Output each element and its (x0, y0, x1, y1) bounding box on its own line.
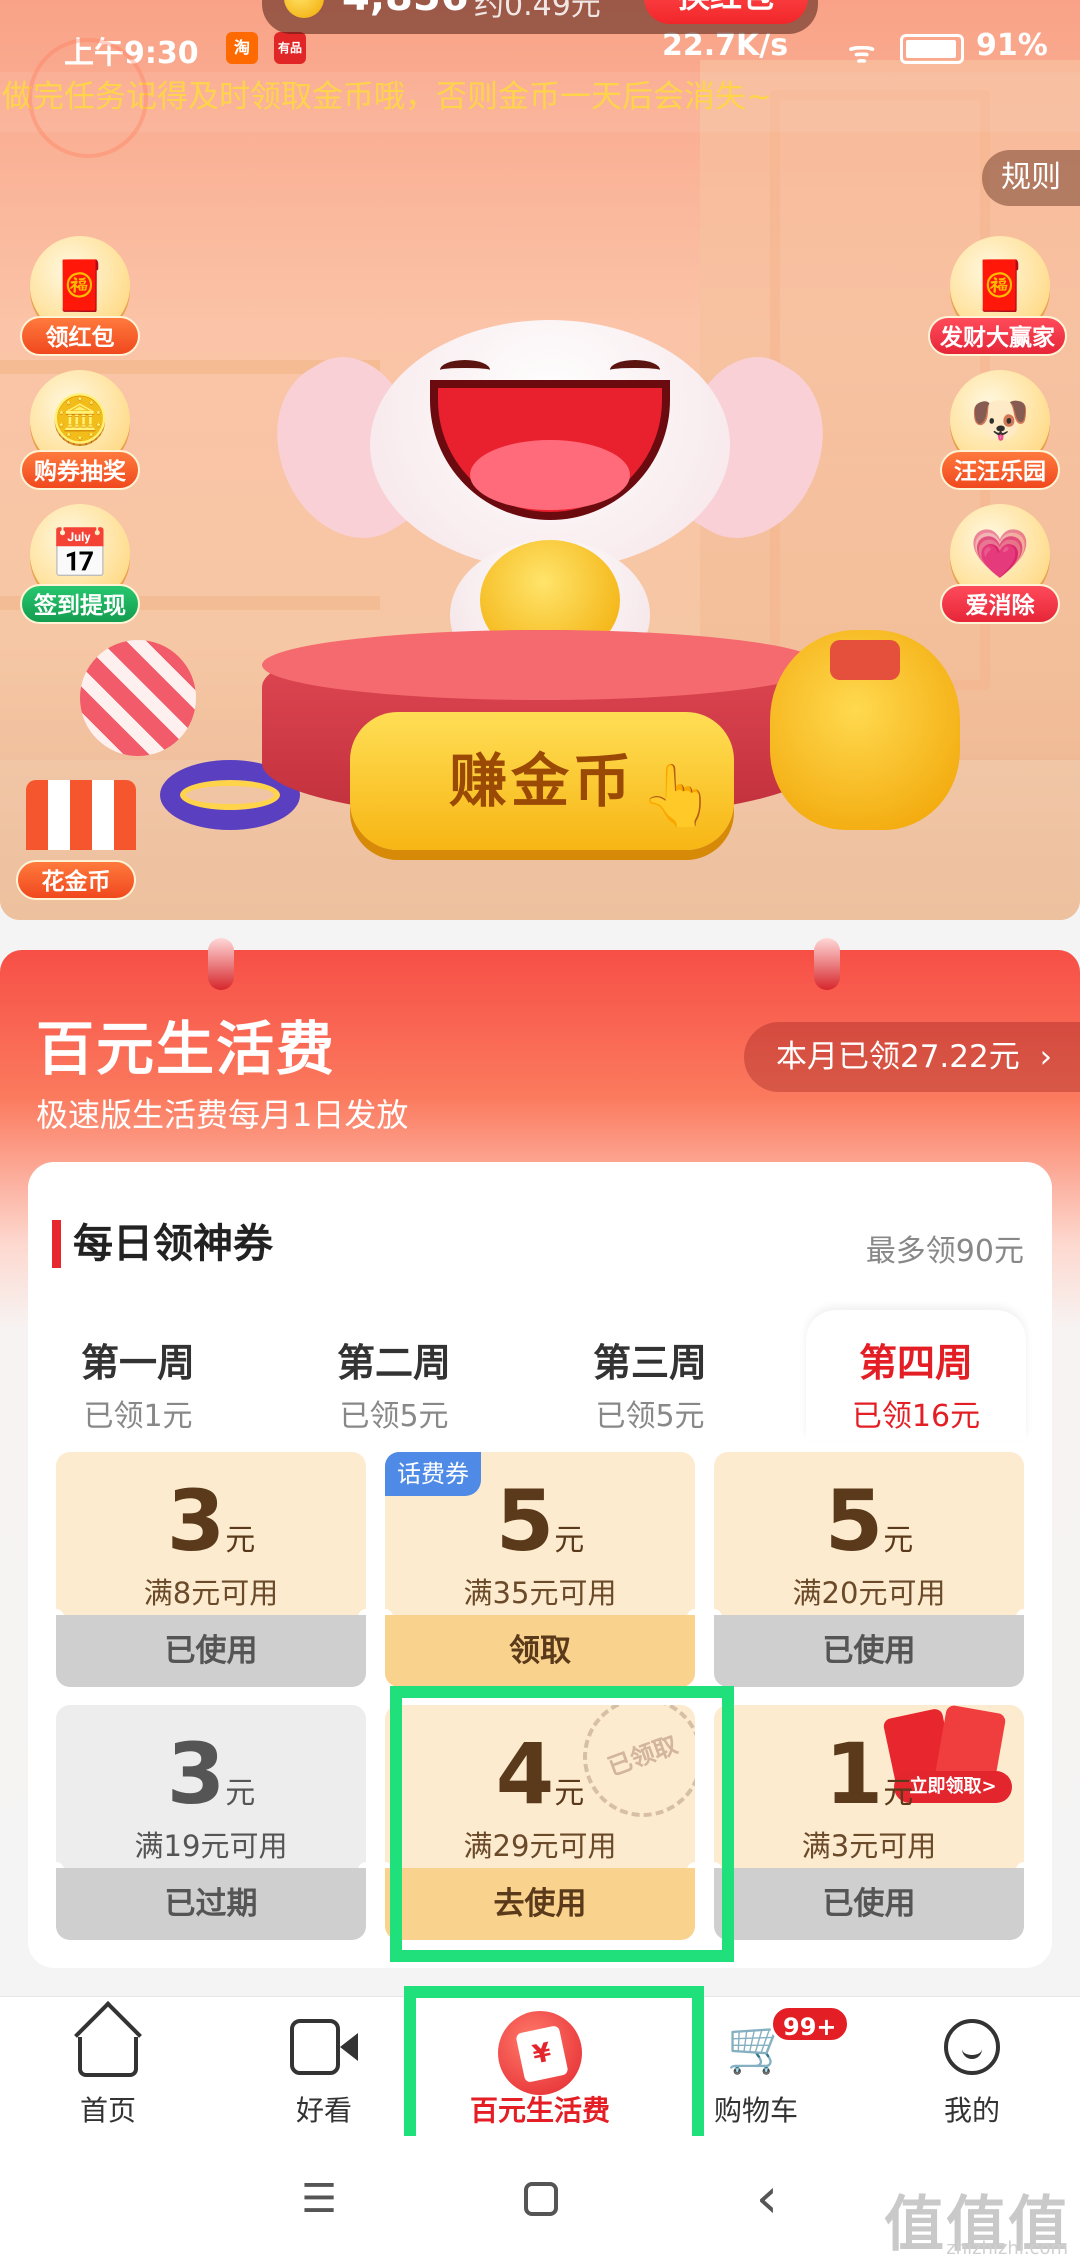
battery-icon (900, 34, 964, 64)
battery-percent: 91% (976, 28, 1048, 63)
taobao-notification-icon: 淘 (226, 32, 258, 64)
coupon-card-title: 每日领神券 (52, 1220, 273, 1268)
section-title: 百元生活费 (36, 1015, 337, 1083)
mascot-eye-left (440, 360, 490, 380)
home-icon (78, 2037, 138, 2077)
coupon-used-button[interactable]: 已使用 (714, 1615, 1024, 1687)
dog-park-entry[interactable]: 🐶 汪汪乐园 (940, 370, 1060, 490)
tab-week-4[interactable]: 第四周 已领16元 (806, 1310, 1026, 1440)
coupon-condition: 满20元可用 (792, 1576, 946, 1610)
tab-home[interactable]: 首页 (0, 1997, 216, 2137)
week-name: 第二周 (336, 1341, 451, 1385)
tab-label: 我的 (943, 2094, 1000, 2127)
coupon-condition: 满19元可用 (134, 1829, 288, 1863)
money-bag-tie (830, 640, 900, 680)
back-icon[interactable]: ‹ (742, 2171, 792, 2227)
side-right-label-1: 汪汪乐园 (940, 450, 1060, 490)
coupon-used-button[interactable]: 已使用 (56, 1615, 366, 1687)
tab-video[interactable]: 好看 (216, 1997, 432, 2137)
week-claimed: 已领1元 (83, 1399, 193, 1434)
tab-week-2[interactable]: 第二周 已领5元 (284, 1310, 504, 1440)
heart-match-entry[interactable]: 💗 爱消除 (940, 504, 1060, 624)
exchange-red-packet-button[interactable]: 换红包 (644, 0, 808, 24)
coupon-item: 5元 满20元可用 已使用 (714, 1452, 1024, 1687)
side-right-label-0: 发财大赢家 (928, 316, 1067, 356)
coupon-value: 3 (166, 1725, 226, 1823)
youpin-notification-icon: 有品 (274, 32, 306, 64)
coupon-item: 立即领取> 1元 满3元可用 已使用 (714, 1705, 1024, 1940)
binder-pin-left (208, 938, 234, 990)
coin-icon (284, 0, 324, 18)
shop-stall-icon (26, 780, 136, 850)
coupon-unit: 元 (225, 1523, 256, 1558)
coupon-item: 3元 满8元可用 已使用 (56, 1452, 366, 1687)
spend-coins-entry[interactable]: 花金币 (16, 780, 146, 900)
monthly-claimed-button[interactable]: 本月已领27.22元 › (743, 1022, 1080, 1092)
coupon-unit: 元 (225, 1776, 256, 1811)
task-notice-banner: 做完任务记得及时领取金币哦，否则金币一天后会消失~ (0, 38, 1080, 158)
notice-decoration-circle (28, 38, 148, 158)
highlight-box-coupon (390, 1686, 734, 1962)
coin-balance-pill: 4,856 约0.49元 换红包 (262, 0, 818, 34)
home-square-icon[interactable] (524, 2182, 558, 2216)
coin-amount: 4,856 (342, 0, 469, 20)
fortune-winner-entry[interactable]: 🧧 发财大赢家 (928, 236, 1067, 356)
coin-game-hero: 赚金币 👆 上午9:30 淘 有品 22.7K/s ᯤ 91% 4,856 约0… (0, 0, 1080, 920)
tab-week-3[interactable]: 第三周 已领5元 (540, 1310, 760, 1440)
week-claimed: 已领5元 (595, 1399, 705, 1434)
coupon-condition: 满3元可用 (801, 1829, 937, 1863)
coupon-condition: 满35元可用 (463, 1576, 617, 1610)
money-bag-icon[interactable] (770, 630, 960, 830)
coupon-unit: 元 (883, 1776, 914, 1811)
section-subtitle: 极速版生活费每月1日发放 (36, 1096, 409, 1134)
monthly-claimed-text: 本月已领27.22元 (775, 1039, 1020, 1075)
checkin-withdraw-entry[interactable]: 📅 签到提现 (20, 504, 140, 624)
claim-red-packet-entry[interactable]: 🧧 领红包 (20, 236, 140, 356)
profile-icon (944, 2019, 1000, 2075)
coupon-claim-button[interactable]: 领取 (385, 1615, 695, 1687)
coupon-value: 5 (495, 1472, 555, 1570)
week-name: 第三周 (592, 1341, 707, 1385)
coupon-unit: 元 (554, 1523, 585, 1558)
week-name: 第一周 (80, 1341, 195, 1385)
mascot-eye-right (610, 360, 660, 380)
coupon-value: 3 (166, 1472, 226, 1570)
coupon-unit: 元 (883, 1523, 914, 1558)
week-name: 第四周 (858, 1341, 973, 1385)
side-left-label-2: 签到提现 (20, 584, 140, 624)
coupon-used-button[interactable]: 已使用 (714, 1868, 1024, 1940)
wifi-icon: ᯤ (848, 35, 876, 70)
spend-coins-label: 花金币 (16, 860, 136, 900)
side-right-label-2: 爱消除 (940, 584, 1060, 624)
coupon-condition: 满8元可用 (143, 1576, 279, 1610)
side-left-label-1: 购券抽奖 (20, 450, 140, 490)
site-watermark-url: zhizhizhi.com (946, 2238, 1068, 2259)
coupon-value: 1 (824, 1725, 884, 1823)
menu-icon[interactable]: ☰ (294, 2174, 344, 2224)
coupon-max-limit: 最多领90元 (865, 1234, 1024, 1269)
side-left-label-0: 领红包 (20, 316, 140, 356)
coupon-lottery-entry[interactable]: 🪙 购券抽奖 (20, 370, 140, 490)
striped-ball-decoration (80, 640, 196, 756)
chevron-right-icon: › (1039, 1039, 1052, 1075)
tab-label: 好看 (295, 2094, 352, 2127)
mascot-tongue (470, 440, 630, 510)
week-claimed: 已领5元 (339, 1399, 449, 1434)
tab-week-1[interactable]: 第一周 已领1元 (28, 1310, 248, 1440)
tab-profile[interactable]: 我的 (864, 1997, 1080, 2137)
coupon-expired-button[interactable]: 已过期 (56, 1868, 366, 1940)
coupon-item: 3元 满19元可用 已过期 (56, 1705, 366, 1940)
coupon-value: 5 (824, 1472, 884, 1570)
pointing-hand-icon: 👆 (640, 761, 715, 831)
week-claimed: 已领16元 (851, 1399, 981, 1434)
rules-button[interactable]: 规则 (982, 150, 1080, 206)
cart-count-badge: 99+ (770, 2005, 850, 2043)
coin-approx-value: 约0.49元 (474, 0, 601, 23)
binder-pin-right (814, 938, 840, 990)
video-icon (290, 2019, 340, 2075)
coupon-item: 话费券 5元 满35元可用 领取 (385, 1452, 695, 1687)
tab-label: 首页 (79, 2094, 136, 2127)
